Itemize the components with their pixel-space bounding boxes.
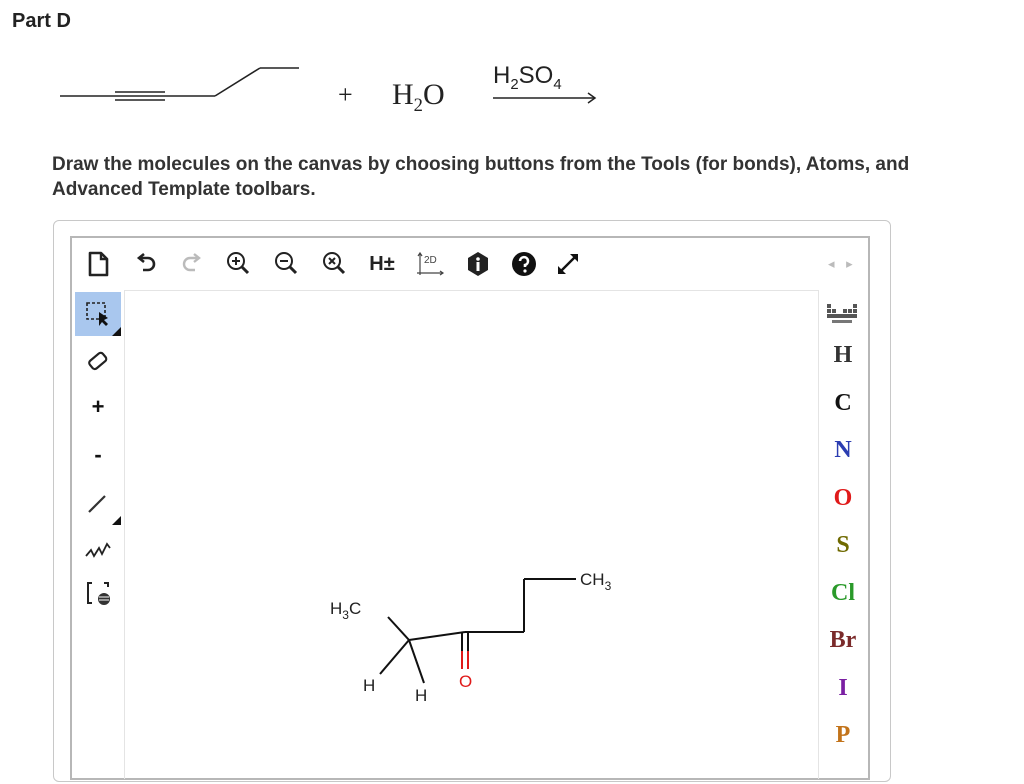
- hydrogen-toggle-label: H±: [369, 252, 395, 275]
- fullscreen-icon: [558, 254, 578, 274]
- zoom-out-button[interactable]: [270, 248, 302, 280]
- template-icon: [87, 582, 110, 605]
- h3c-left-label: H3C: [330, 599, 361, 622]
- bond-c-to-h-right: [408, 639, 425, 684]
- atom-button-cl[interactable]: Cl: [818, 580, 868, 607]
- svg-text:2D: 2D: [424, 255, 437, 266]
- zoom-in-button[interactable]: [222, 248, 254, 280]
- plus-sign: +: [338, 80, 353, 109]
- clean-2d-icon: 2D: [417, 251, 445, 276]
- h-right-label: H: [415, 686, 427, 705]
- zoom-out-icon: [275, 252, 298, 275]
- charge-minus-label: -: [94, 442, 102, 467]
- atom-button-c[interactable]: C: [818, 390, 868, 417]
- undo-icon: [136, 252, 156, 272]
- bond-c-to-h-left: [379, 639, 410, 675]
- atom-button-h[interactable]: H: [818, 342, 868, 369]
- single-bond-tool[interactable]: [75, 481, 121, 525]
- atom-button-n[interactable]: N: [818, 437, 868, 464]
- redo-icon: [182, 253, 201, 272]
- erase-tool[interactable]: [75, 340, 121, 384]
- info-button[interactable]: [462, 248, 494, 280]
- drawing-canvas[interactable]: CH3 H3C H H O: [124, 290, 819, 779]
- zoom-in-icon: [227, 252, 250, 275]
- reaction-arrow: [493, 92, 597, 104]
- oxygen-label: O: [459, 672, 472, 691]
- molecule-editor: H± 2D + - CH3 H3C H H O ◂ ▸ H C N O S Cl…: [70, 236, 870, 780]
- instructions-text: Draw the molecules on the canvas by choo…: [52, 154, 910, 200]
- water-formula: H2O: [392, 78, 445, 116]
- atom-button-i[interactable]: I: [818, 675, 868, 702]
- clean-2d-button[interactable]: 2D: [414, 248, 446, 280]
- chain-icon: [85, 542, 111, 558]
- template-tool[interactable]: [75, 571, 121, 615]
- eraser-icon: [88, 351, 108, 371]
- catalyst-formula: H2SO4: [493, 62, 562, 93]
- new-document-button[interactable]: [82, 248, 114, 280]
- help-button[interactable]: [508, 248, 540, 280]
- top-toolbar: H± 2D: [72, 238, 868, 290]
- fullscreen-button[interactable]: [552, 248, 584, 280]
- atom-button-s[interactable]: S: [818, 532, 868, 559]
- bond-ch-to-carbonyl: [408, 631, 466, 641]
- info-icon: [468, 252, 488, 276]
- molecule-drawing: CH3 H3C H H O: [330, 570, 612, 705]
- select-tool-expand-icon: [112, 327, 121, 336]
- zoom-reset-icon: [323, 252, 346, 275]
- hydrogen-toggle-button[interactable]: H±: [366, 248, 398, 280]
- single-bond-icon: [88, 495, 106, 513]
- tools-toolbar: + -: [72, 290, 124, 778]
- lasso-select-icon: [86, 302, 108, 326]
- atom-button-o[interactable]: O: [818, 485, 868, 512]
- h-left-label: H: [363, 676, 375, 695]
- undo-button[interactable]: [130, 248, 162, 280]
- charge-plus-label: +: [91, 394, 105, 419]
- alkyne-structure: [60, 67, 299, 101]
- periodic-table-icon[interactable]: [826, 302, 858, 324]
- charge-plus-tool[interactable]: +: [75, 385, 121, 429]
- help-icon: [512, 252, 536, 276]
- atom-button-br[interactable]: Br: [818, 627, 868, 654]
- bond-ch3c-to-ch: [387, 616, 410, 641]
- reaction-equation: + H2O H2SO4: [55, 58, 615, 128]
- select-tool[interactable]: [75, 292, 121, 336]
- chain-tool[interactable]: [75, 527, 121, 571]
- atom-button-p[interactable]: P: [818, 722, 868, 749]
- zoom-reset-button[interactable]: [318, 248, 350, 280]
- atoms-nav-arrows[interactable]: ◂ ▸: [828, 256, 857, 272]
- atoms-toolbar: ◂ ▸ H C N O S Cl Br I P: [818, 238, 868, 778]
- ch3-right-label: CH3: [580, 570, 612, 593]
- charge-minus-tool[interactable]: -: [75, 433, 121, 477]
- redo-button[interactable]: [176, 248, 208, 280]
- new-document-icon: [88, 251, 109, 277]
- part-title: Part D: [12, 10, 71, 32]
- bond-tool-expand-icon: [112, 516, 121, 525]
